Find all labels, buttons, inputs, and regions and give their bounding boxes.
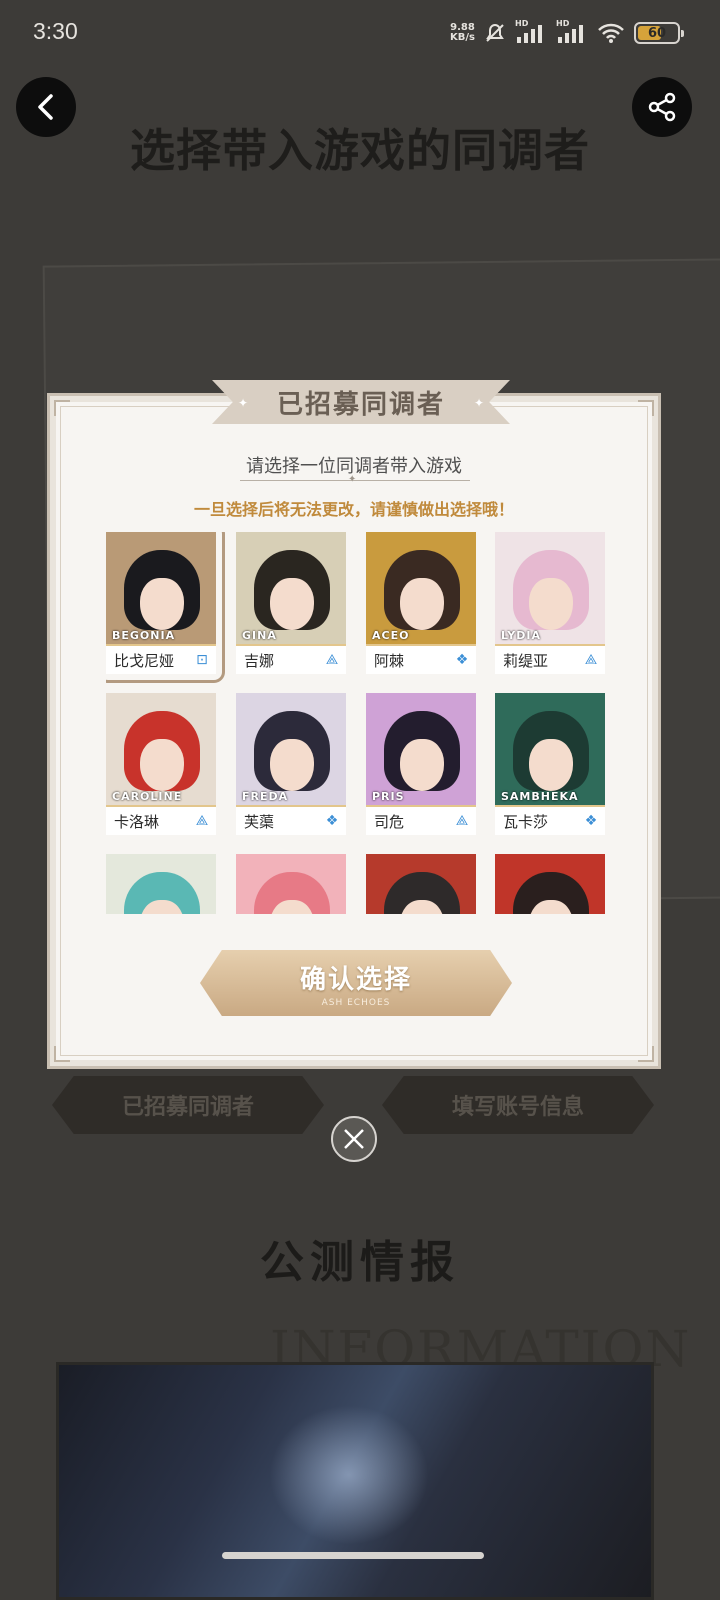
character-name: 比戈尼娅 xyxy=(114,651,175,670)
character-name: 芙蕖 xyxy=(244,812,275,831)
character-portrait xyxy=(236,854,346,914)
character-card[interactable]: FREDA 芙蕖 ❖ xyxy=(236,693,346,835)
character-name: 吉娜 xyxy=(244,651,275,670)
tab-account-info[interactable]: 填写账号信息 xyxy=(382,1076,654,1134)
home-indicator[interactable] xyxy=(222,1552,484,1559)
character-card[interactable]: ACEO 阿棘 ❖ xyxy=(366,532,476,674)
warning-text: 一旦选择后将无法更改，请谨慎做出选择哦！ xyxy=(193,500,514,519)
character-name: 莉缇亚 xyxy=(503,651,549,670)
character-portrait: PRIS xyxy=(366,693,476,805)
diamond-icon: ❖ xyxy=(325,813,339,829)
character-card[interactable]: BEGONIA 比戈尼娅 ⊡ xyxy=(106,532,225,683)
diamond-icon: ❖ xyxy=(455,652,469,668)
section-title: 公测情报 xyxy=(260,1237,460,1288)
recruited-dialog: ✦ 已招募同调者 ✦ 请选择一位同调者带入游戏 ✦ 一旦选择后将无法更改，请谨慎… xyxy=(47,380,661,1069)
status-icons: 9.88 KB/s HD HD 60 xyxy=(450,19,684,46)
mute-bell-icon xyxy=(486,23,504,42)
character-name-bar: 吉娜 ⟁ xyxy=(236,644,346,674)
character-name-bar: 司危 ⟁ xyxy=(366,805,476,835)
divider-star-icon: ✦ xyxy=(348,474,357,485)
hd-label-1: HD xyxy=(515,19,529,28)
status-time: 3:30 xyxy=(33,18,78,44)
battery-indicator: 60 xyxy=(634,22,684,44)
hd-label-2: HD xyxy=(556,19,570,28)
battery-level: 60 xyxy=(647,25,667,41)
character-en-name: SAMBHEKA xyxy=(501,790,579,803)
character-en-name: CAROLINE xyxy=(112,790,183,803)
character-name: 瓦卡莎 xyxy=(503,812,549,831)
character-en-name: PRIS xyxy=(372,790,405,803)
character-portrait: FREDA xyxy=(236,693,346,805)
confirm-button[interactable]: 确认选择 ASH ECHOES xyxy=(200,950,512,1016)
background-title: 选择带入游戏的同调者 xyxy=(129,124,590,177)
rune-icon: ⊡ xyxy=(196,652,208,668)
character-name-bar: 卡洛琳 ⟁ xyxy=(106,805,216,835)
character-en-name: GINA xyxy=(242,629,277,642)
network-speed: 9.88 KB/s xyxy=(450,22,475,43)
character-name-bar: 芙蕖 ❖ xyxy=(236,805,346,835)
character-card[interactable] xyxy=(236,854,346,914)
status-bar: 3:30 9.88 KB/s HD HD 60 xyxy=(0,0,720,66)
signal-2: HD xyxy=(556,19,588,45)
character-card[interactable] xyxy=(106,854,216,914)
triangle-icon: ⟁ xyxy=(195,813,209,829)
character-en-name: ACEO xyxy=(372,629,410,642)
triangle-icon: ⟁ xyxy=(455,813,469,829)
confirm-label: 确认选择 xyxy=(299,964,412,995)
character-name: 阿棘 xyxy=(374,651,405,670)
character-portrait: CAROLINE xyxy=(106,693,216,805)
corner-ornament xyxy=(638,1046,654,1062)
character-name-bar: 瓦卡莎 ❖ xyxy=(495,805,605,835)
corner-ornament xyxy=(54,1046,70,1062)
character-portrait xyxy=(495,854,605,914)
info-banner[interactable] xyxy=(56,1362,654,1600)
character-en-name: FREDA xyxy=(242,790,289,803)
wifi-icon xyxy=(598,23,624,43)
character-grid: BEGONIA 比戈尼娅 ⊡ GINA 吉娜 ⟁ ACEO 阿棘 ❖ LYDIA 莉缇亚 ⟁ CAROL… xyxy=(106,532,606,916)
corner-ornament xyxy=(54,400,70,416)
sparkle-icon: ✦ xyxy=(238,396,249,410)
signal-1: HD xyxy=(515,19,547,45)
diamond-icon: ❖ xyxy=(584,813,598,829)
character-card[interactable] xyxy=(366,854,476,914)
character-portrait: ACEO xyxy=(366,532,476,644)
character-portrait: BEGONIA xyxy=(106,532,216,644)
character-name-bar: 莉缇亚 ⟁ xyxy=(495,644,605,674)
dialog-title-ribbon: ✦ 已招募同调者 ✦ xyxy=(212,380,510,424)
character-name: 卡洛琳 xyxy=(114,812,160,831)
character-card[interactable]: GINA 吉娜 ⟁ xyxy=(236,532,346,674)
character-card[interactable] xyxy=(495,854,605,914)
character-name-bar: 阿棘 ❖ xyxy=(366,644,476,674)
character-portrait: SAMBHEKA xyxy=(495,693,605,805)
character-name-bar: 比戈尼娅 ⊡ xyxy=(106,644,216,674)
tab-recruited[interactable]: 已招募同调者 xyxy=(52,1076,324,1134)
character-en-name: BEGONIA xyxy=(112,629,176,642)
dialog-title: 已招募同调者 xyxy=(276,389,445,420)
character-portrait xyxy=(366,854,476,914)
triangle-icon: ⟁ xyxy=(325,652,339,668)
character-card[interactable]: SAMBHEKA 瓦卡莎 ❖ xyxy=(495,693,605,835)
character-card[interactable]: CAROLINE 卡洛琳 ⟁ xyxy=(106,693,216,835)
sparkle-icon: ✦ xyxy=(473,396,484,410)
close-dialog-button[interactable] xyxy=(331,1116,377,1162)
character-card[interactable]: PRIS 司危 ⟁ xyxy=(366,693,476,835)
character-portrait: GINA xyxy=(236,532,346,644)
character-name: 司危 xyxy=(374,812,405,831)
corner-ornament xyxy=(638,400,654,416)
character-card[interactable]: LYDIA 莉缇亚 ⟁ xyxy=(495,532,605,674)
triangle-icon: ⟁ xyxy=(584,652,598,668)
character-portrait xyxy=(106,854,216,914)
character-portrait: LYDIA xyxy=(495,532,605,644)
confirm-sublabel: ASH ECHOES xyxy=(321,997,391,1008)
character-en-name: LYDIA xyxy=(501,629,541,642)
close-icon xyxy=(344,1129,364,1149)
